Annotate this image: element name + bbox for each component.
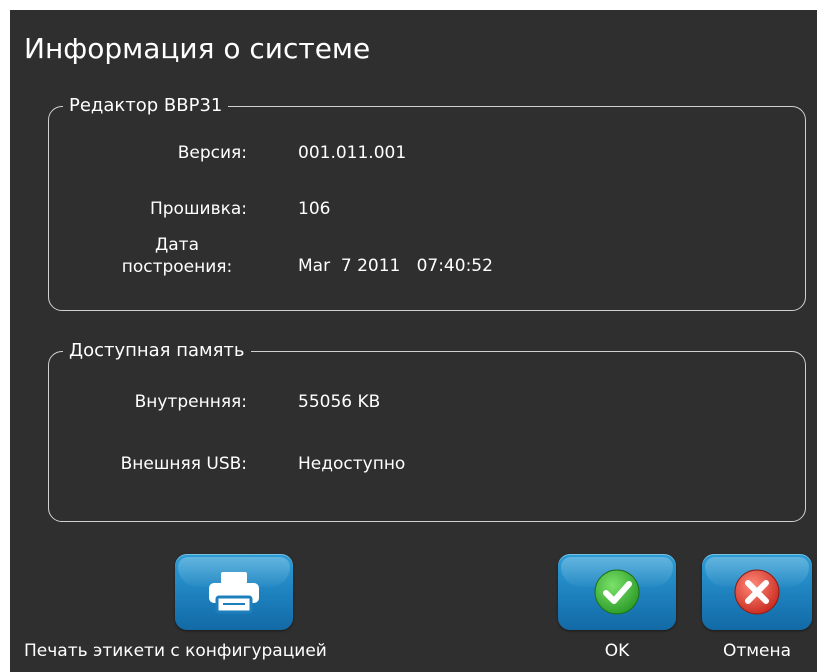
memory-group-legend: Доступная память	[63, 338, 251, 364]
checkmark-icon	[594, 569, 640, 615]
external-usb-label: Внешняя USB:	[120, 454, 247, 474]
system-info-screen: Информация о системе Редактор BBP31 Верс…	[10, 10, 817, 672]
internal-memory-value: 55056 KB	[298, 392, 381, 412]
print-config-button[interactable]	[175, 554, 293, 630]
cancel-caption: Отмена	[722, 641, 792, 661]
build-date-label-line1: Дата	[154, 235, 200, 255]
editor-group-legend: Редактор BBP31	[63, 93, 229, 119]
print-config-caption: Печать этикети с конфигурацией	[24, 641, 327, 661]
firmware-label: Прошивка:	[149, 199, 247, 219]
ok-button[interactable]	[558, 554, 676, 630]
build-date-label: Дата построения:	[107, 234, 247, 278]
external-usb-value: Недоступно	[298, 454, 406, 474]
version-label: Версия:	[177, 143, 247, 163]
version-value: 001.011.001	[298, 143, 407, 163]
build-date-value: Mar 7 2011 07:40:52	[298, 256, 493, 276]
ok-caption: OK	[604, 641, 630, 661]
memory-groupbox: Доступная память	[48, 338, 806, 522]
build-date-label-line2: построения:	[121, 257, 233, 277]
cancel-button[interactable]	[702, 554, 812, 630]
internal-memory-label: Внутренняя:	[134, 392, 247, 412]
firmware-value: 106	[298, 199, 331, 219]
close-icon	[734, 569, 780, 615]
page-title: Информация о системе	[24, 32, 371, 65]
printer-icon	[209, 572, 259, 614]
